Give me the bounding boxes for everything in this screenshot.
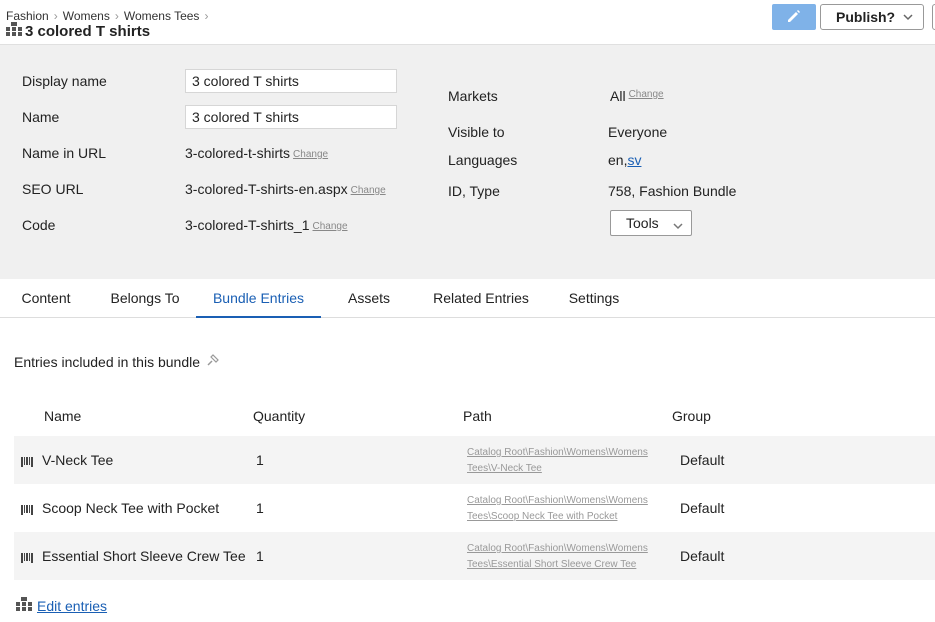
entry-path-line2: Tees\Essential Short Sleeve Crew Tee (467, 559, 637, 570)
breadcrumb-item-womens-tees[interactable]: Womens Tees (124, 9, 200, 23)
seo-url-value: 3-colored-T-shirts-en.aspx Change (185, 181, 386, 197)
entry-quantity: 1 (256, 452, 264, 468)
entry-path-link[interactable]: Catalog Root\Fashion\Womens\Womens Tees\… (467, 541, 667, 573)
edit-entries-link[interactable]: Edit entries (37, 598, 107, 614)
breadcrumb: Fashion › Womens › Womens Tees › (6, 9, 213, 23)
column-header-quantity[interactable]: Quantity (253, 408, 305, 424)
entry-name: V-Neck Tee (42, 452, 114, 468)
languages-label: Languages (448, 152, 518, 168)
publish-button[interactable]: Publish? (820, 4, 924, 30)
language-sv-link[interactable]: sv (627, 152, 641, 168)
markets-label: Markets (448, 88, 498, 104)
entry-name: Essential Short Sleeve Crew Tee (42, 548, 246, 564)
top-bar: Fashion › Womens › Womens Tees › 3 color… (0, 0, 935, 44)
table-row[interactable]: Essential Short Sleeve Crew Tee 1 Catalo… (14, 532, 935, 580)
seo-url-text: 3-colored-T-shirts-en.aspx (185, 181, 348, 197)
chevron-down-icon (901, 10, 915, 27)
entry-name: Scoop Neck Tee with Pocket (42, 500, 220, 516)
seo-url-change-link[interactable]: Change (351, 185, 386, 196)
bundle-icon (16, 597, 32, 614)
tab-bundle-entries[interactable]: Bundle Entries (196, 279, 321, 318)
entry-quantity: 1 (256, 548, 264, 564)
name-in-url-change-link[interactable]: Change (293, 149, 328, 160)
column-header-group[interactable]: Group (672, 408, 711, 424)
edit-button[interactable] (772, 4, 816, 30)
tab-related-entries[interactable]: Related Entries (424, 279, 538, 316)
tools-label: Tools (626, 215, 659, 231)
bundle-section-label: Entries included in this bundle (14, 353, 220, 370)
tab-content[interactable]: Content (8, 279, 84, 316)
entry-path-line2: Tees\Scoop Neck Tee with Pocket (467, 511, 618, 522)
pin-icon[interactable] (206, 353, 220, 370)
entry-path-line1: Catalog Root\Fashion\Womens\Womens (467, 495, 648, 506)
code-value: 3-colored-T-shirts_1 Change (185, 217, 348, 233)
entry-path-line1: Catalog Root\Fashion\Womens\Womens (467, 447, 648, 458)
chevron-down-icon (671, 216, 685, 240)
table-row[interactable]: Scoop Neck Tee with Pocket 1 Catalog Roo… (14, 484, 935, 532)
visible-to-value: Everyone (608, 124, 668, 140)
entry-group: Default (680, 548, 725, 564)
page-title-text: 3 colored T shirts (25, 22, 151, 40)
entry-group: Default (680, 500, 725, 516)
markets-value: All Change (610, 88, 664, 104)
chevron-right-icon: › (114, 9, 119, 23)
visible-to-label: Visible to (448, 124, 505, 140)
tab-bar: Content Belongs To Bundle Entries Assets… (0, 279, 935, 318)
breadcrumb-item-womens[interactable]: Womens (63, 9, 110, 23)
code-label: Code (22, 217, 56, 233)
name-field[interactable]: 3 colored T shirts (185, 105, 397, 129)
name-in-url-value: 3-colored-t-shirts Change (185, 145, 328, 161)
entry-path-link[interactable]: Catalog Root\Fashion\Womens\Womens Tees\… (467, 493, 667, 525)
language-en: en, (608, 152, 628, 168)
publish-label: Publish? (836, 9, 896, 25)
name-in-url-text: 3-colored-t-shirts (185, 145, 291, 161)
entry-path-line1: Catalog Root\Fashion\Womens\Womens (467, 543, 648, 554)
column-header-name[interactable]: Name (44, 408, 81, 424)
barcode-icon (21, 454, 35, 470)
markets-change-link[interactable]: Change (629, 89, 664, 100)
section-label-text: Entries included in this bundle (14, 353, 201, 370)
name-in-url-label: Name in URL (22, 145, 107, 161)
display-name-field[interactable]: 3 colored T shirts (185, 69, 397, 93)
bundle-icon (6, 22, 22, 40)
seo-url-label: SEO URL (22, 181, 84, 197)
code-change-link[interactable]: Change (313, 221, 348, 232)
entry-group: Default (680, 452, 725, 468)
id-type-label: ID, Type (448, 183, 500, 199)
table-row[interactable]: V-Neck Tee 1 Catalog Root\Fashion\Womens… (14, 436, 935, 484)
barcode-icon (21, 502, 35, 518)
tools-dropdown[interactable]: Tools (610, 210, 692, 236)
column-header-path[interactable]: Path (463, 408, 492, 424)
page-title: 3 colored T shirts (6, 22, 150, 40)
entry-path-line2: Tees\V-Neck Tee (467, 463, 542, 474)
markets-text: All (610, 88, 626, 104)
tab-belongs-to[interactable]: Belongs To (104, 279, 186, 316)
languages-value: en,sv (608, 152, 641, 168)
name-label: Name (22, 109, 60, 125)
code-text: 3-colored-T-shirts_1 (185, 217, 310, 233)
display-name-label: Display name (22, 73, 107, 89)
barcode-icon (21, 550, 35, 566)
edit-entries: Edit entries (16, 597, 107, 614)
properties-panel: Display name 3 colored T shirts Name 3 c… (0, 44, 935, 280)
entry-path-link[interactable]: Catalog Root\Fashion\Womens\Womens Tees\… (467, 445, 667, 477)
tab-settings[interactable]: Settings (556, 279, 632, 316)
pencil-icon (786, 8, 802, 27)
breadcrumb-item-fashion[interactable]: Fashion (6, 9, 49, 23)
chevron-right-icon: › (204, 9, 209, 23)
chevron-right-icon: › (53, 9, 58, 23)
tab-assets[interactable]: Assets (336, 279, 402, 316)
entry-quantity: 1 (256, 500, 264, 516)
id-type-value: 758, Fashion Bundle (608, 183, 737, 199)
